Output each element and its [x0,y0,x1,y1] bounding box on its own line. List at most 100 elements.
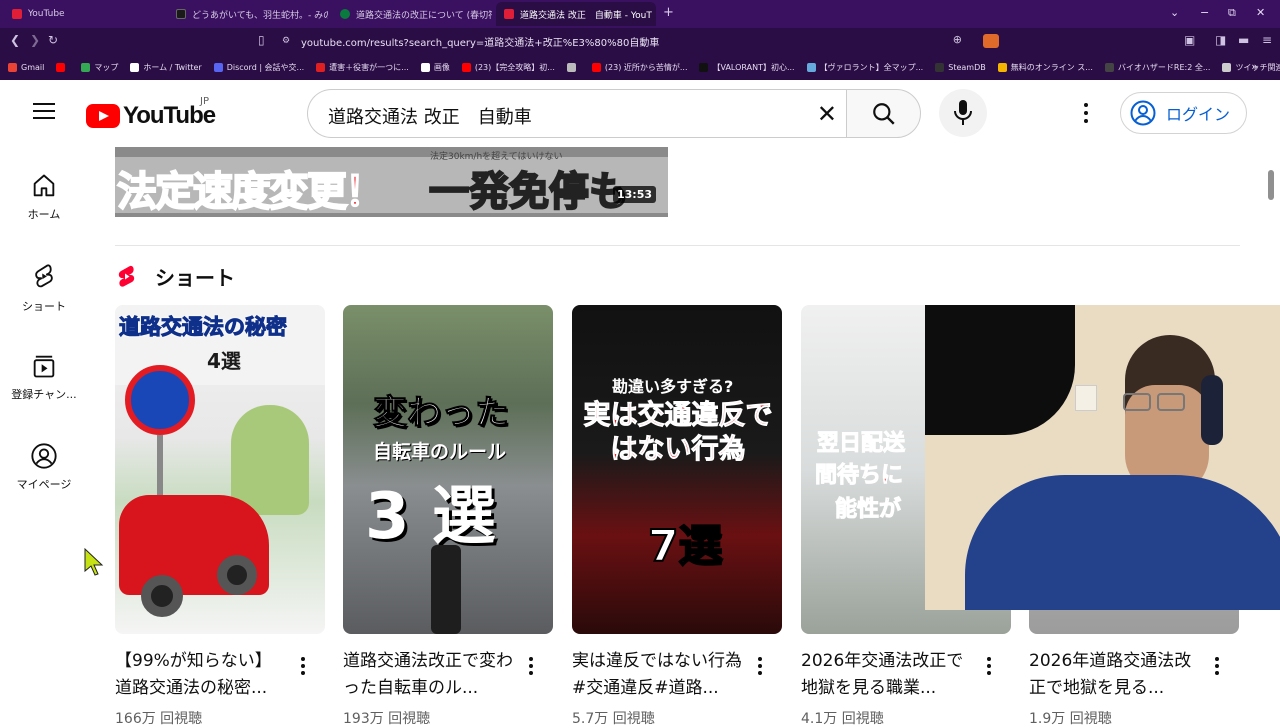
browser-tab-active[interactable]: 道路交通法 改正 自動車 - YouT ✕ [496,2,656,26]
bookmark-favicon-icon [316,62,326,72]
bookmark-item[interactable]: 無料のオンライン ス... [997,62,1093,73]
minimize-icon[interactable]: − [1200,6,1209,19]
browser-tab[interactable]: どうあがいても、羽生蛇村。- みの作書店 [168,2,328,26]
youtube-logo[interactable]: YouTube JP [86,96,216,130]
bookmark-item[interactable]: 【ヴァロラント】全マップ... [806,62,924,73]
sidebar-item-you[interactable]: マイページ [0,442,88,492]
view-count: 193万 回視聴 [343,711,431,727]
short-thumbnail[interactable]: 道路交通法の秘密 4選 [115,305,325,634]
voice-search-button[interactable] [939,89,987,137]
search-button[interactable] [846,89,921,138]
wheel [141,575,183,617]
guide-menu-icon[interactable] [33,103,55,119]
bookmark-favicon-icon [591,62,601,72]
bookmark-item[interactable] [56,62,69,72]
thumbnail-text: 一発免停も [428,168,630,216]
bookmark-item[interactable]: (23)【完全攻略】初... [461,62,555,73]
more-actions-icon[interactable] [758,657,762,678]
menu-icon[interactable]: ≡ [1262,33,1272,47]
tab-search-icon[interactable]: ⌄ [1170,6,1179,19]
thumbnail-text: 法定速度変更！ [116,168,386,216]
browser-tab[interactable]: YouTube [4,2,164,26]
thumbnail-text: 実は交通違反ではない行為 [583,400,773,466]
bookmark-item[interactable]: Gmail [8,62,44,72]
sidebar-item-label: 登録チャン... [11,388,77,401]
sidebar-item-subscriptions[interactable]: 登録チャン... [0,352,88,402]
reload-icon[interactable]: ↻ [48,33,58,47]
bookmark-item[interactable]: ホーム / Twitter [130,62,202,73]
more-actions-icon[interactable] [529,657,533,678]
short-title[interactable]: 実は違反ではない行為#交通違反#道路... [572,648,742,702]
bookmark-item[interactable]: 【VALORANT】初心... [699,62,795,73]
search-input[interactable]: 道路交通法 改正 自動車 ✕ [307,89,847,138]
duration-badge: 13:53 [612,186,656,203]
bookmark-item[interactable]: (23) 近所から苦情が... [591,62,687,73]
back-icon[interactable]: ❮ [10,33,20,47]
video-thumbnail[interactable]: 法定30km/hを超えてはいけない 法定速度変更！ 一発免停も 13:53 [115,147,668,217]
short-thumbnail[interactable]: 勘違い多すぎる? 実は交通違反ではない行為 7選 [572,305,782,634]
bookmark-item[interactable]: 画像 [420,62,450,73]
mini-guide: ホーム ショート 登録チャン... マイページ [0,146,88,720]
short-title[interactable]: 2026年道路交通法改正で地獄を見る... [1029,648,1199,702]
new-tab-button[interactable]: + [663,5,674,20]
short-thumbnail[interactable]: 変わった 自転車のルール 3 選 [343,305,553,634]
bookmark-item[interactable]: バイオハザードRE:2 全... [1104,62,1210,73]
scrollbar-thumb[interactable] [1268,170,1274,200]
bookmark-item[interactable]: マップ [81,62,118,73]
zoom-icon[interactable]: ⊕ [953,33,962,46]
thumbnail-text: 勘違い多すぎる? [612,377,734,396]
bookmark-label: 画像 [433,62,450,72]
thumbnail-text: 4選 [207,349,241,373]
sidebar-item-home[interactable]: ホーム [0,172,88,222]
short-card[interactable]: 道路交通法の秘密 4選 【99%が知らない】道路交通法の秘密... 166万 回… [115,305,325,727]
tab-strip: YouTube どうあがいても、羽生蛇村。- みの作書店 道路交通法の改正につい… [0,0,1280,28]
more-actions-icon[interactable] [1215,657,1219,678]
bookmark-item[interactable]: SteamDB [935,62,986,72]
glasses [1157,393,1185,411]
phone-mount [431,545,461,634]
maximize-icon[interactable]: ⧉ [1228,6,1236,20]
sidebar-icon[interactable]: ◨ [1215,33,1226,47]
browser-tab[interactable]: 道路交通法の改正について (春切符に [332,2,492,26]
short-card[interactable]: 変わった 自転車のルール 3 選 道路交通法改正で変わった自転車のル... 19… [343,305,553,727]
sign-in-button[interactable]: ログイン [1120,92,1247,134]
more-actions-icon[interactable] [987,657,991,678]
bookmark-favicon-icon [935,62,945,72]
clear-search-icon[interactable]: ✕ [817,100,837,128]
thumbnail-text: 変わった [373,393,510,434]
bookmark-item[interactable]: 遭害＋役害が一つに... [316,62,409,73]
close-tab-icon[interactable]: ✕ [652,8,656,21]
microphone-icon [954,100,972,125]
brave-shield-icon[interactable] [983,34,999,48]
settings-menu-icon[interactable] [1084,103,1088,127]
bookmark-icon[interactable]: ▯ [258,33,265,47]
short-title[interactable]: 2026年交通法改正で地獄を見る職業... [801,648,971,702]
close-window-icon[interactable]: ✕ [1256,6,1265,19]
more-actions-icon[interactable] [301,657,305,678]
country-code: JP [200,96,209,107]
bookmarks-overflow-icon[interactable]: » [1251,60,1258,73]
wheel [217,555,257,595]
sidebar-item-label: マイページ [16,478,72,491]
bookmark-favicon-icon [81,62,91,72]
forward-icon[interactable]: ❯ [30,33,40,47]
bookmark-item[interactable]: Discord | 会話や交... [213,62,304,73]
bookmark-label: 遭害＋役害が一つに... [329,62,409,72]
shorts-shelf-header: ショート [117,262,235,291]
extensions-icon[interactable]: ▣ [1184,33,1195,47]
address-bar[interactable]: ⚙ youtube.com/results?search_query=道路交通法… [278,31,972,51]
site-info-icon[interactable]: ⚙ [282,36,292,46]
thumbnail-text: 能性が [834,497,902,523]
site-favicon-icon [340,9,350,19]
short-title[interactable]: 道路交通法改正で変わった自転車のル... [343,648,513,702]
shelf-title: ショート [155,266,235,290]
short-card[interactable]: 勘違い多すぎる? 実は交通違反ではない行為 7選 実は違反ではない行為#交通違反… [572,305,782,727]
bookmark-item[interactable] [566,62,580,72]
wallet-icon[interactable]: ▬ [1238,33,1249,47]
webcam-overlay [925,305,1280,610]
tab-label: どうあがいても、羽生蛇村。- みの作書店 [192,10,328,21]
bookmark-label: 【ヴァロラント】全マップ... [819,62,924,72]
tab-label: YouTube [28,9,65,19]
short-title[interactable]: 【99%が知らない】道路交通法の秘密... [115,648,285,702]
sidebar-item-shorts[interactable]: ショート [0,262,88,314]
